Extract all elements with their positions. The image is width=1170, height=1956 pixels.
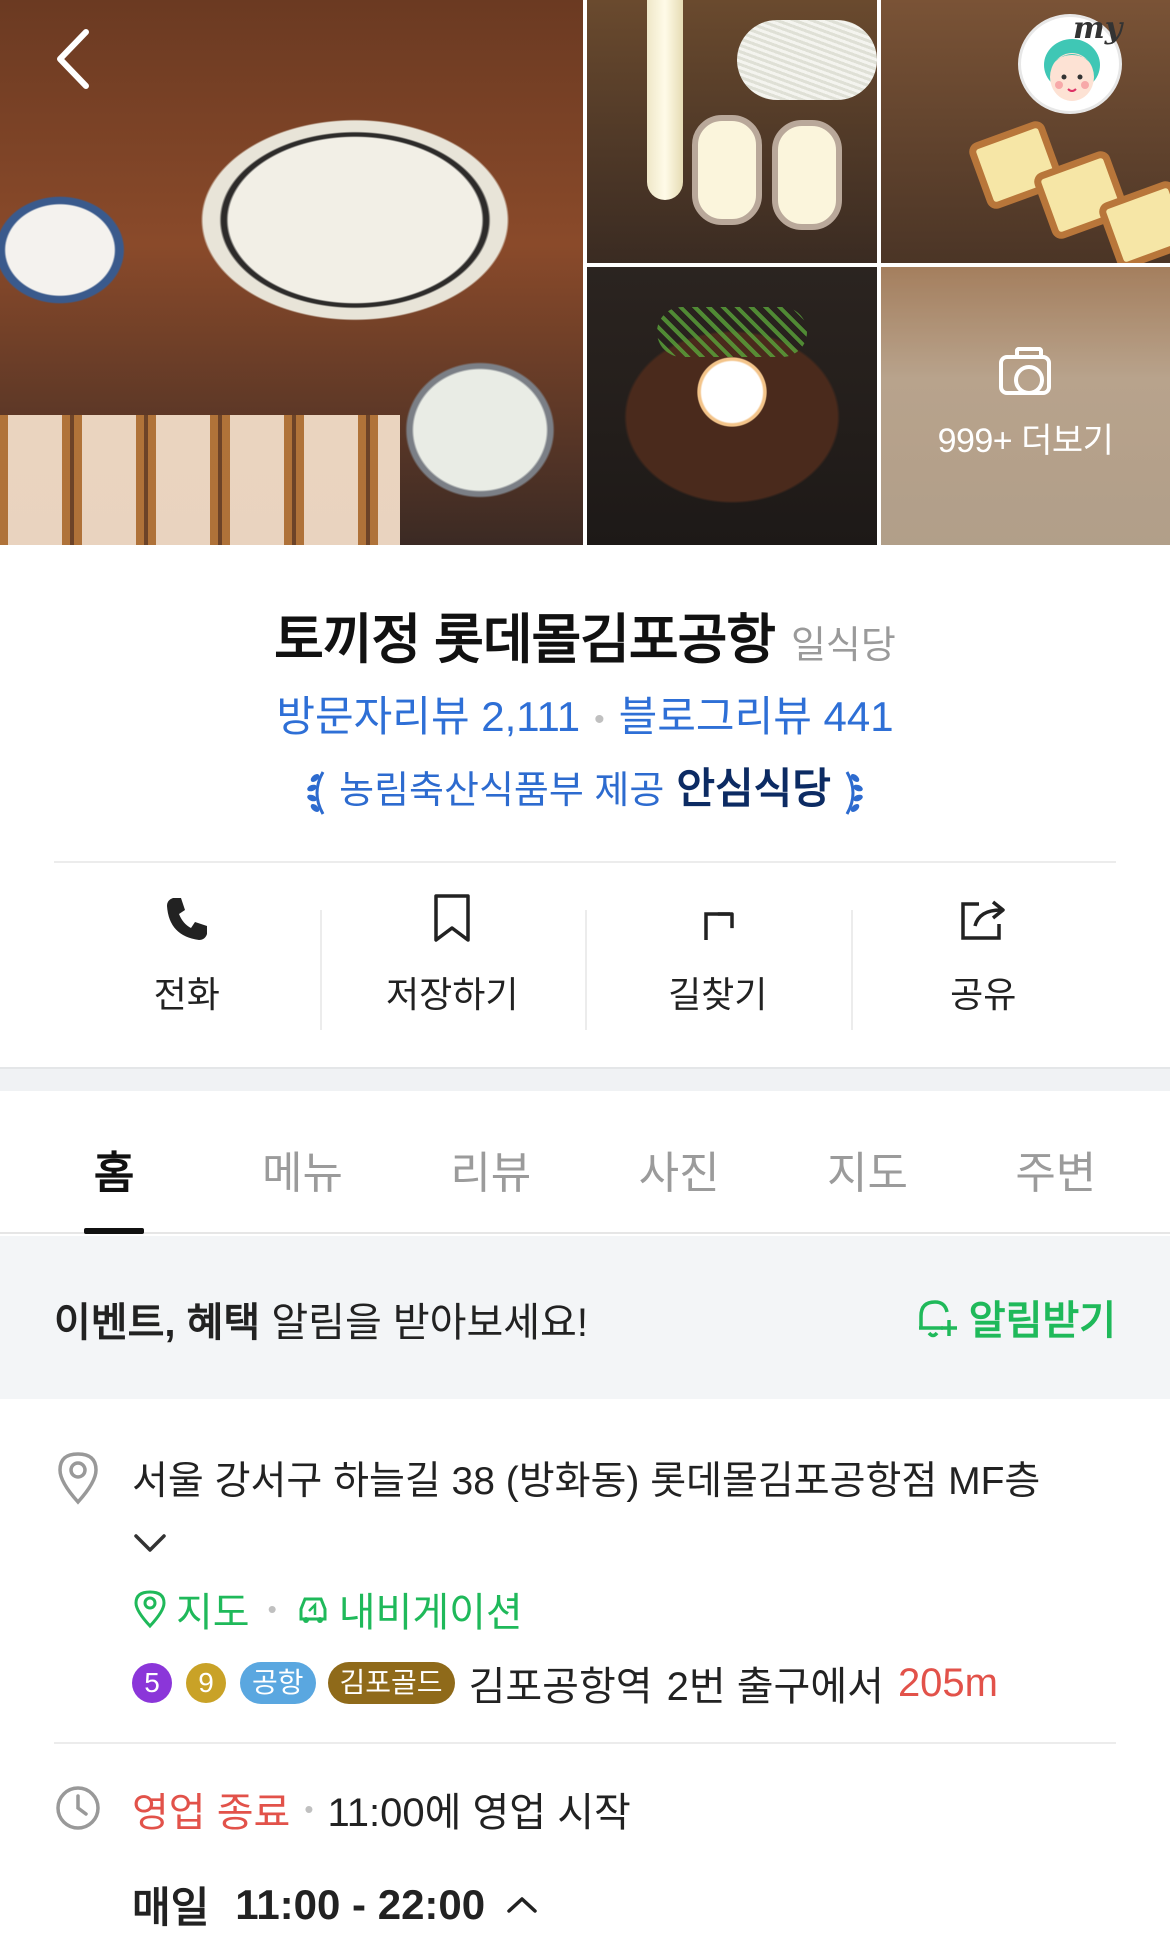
share-label: 공유 (950, 974, 1017, 1015)
divider (54, 861, 1116, 863)
title-row: 토끼정 롯데몰김포공항 일식당 (0, 595, 1170, 674)
photo-gallery[interactable]: 999+ 더보기 my (0, 0, 1170, 545)
separator-dot: • (304, 1793, 314, 1824)
greens-detail (657, 307, 807, 357)
tab-menu[interactable]: 메뉴 (208, 1092, 396, 1232)
business-status: 영업 종료 • 11:00에 영업 시작 (132, 1780, 631, 1838)
blog-reviews-link[interactable]: 블로그리뷰 441 (619, 693, 894, 740)
photo-overlay (881, 267, 1170, 545)
map-links-row: 지도 • 내비게이션 (132, 1580, 523, 1638)
next-open-time: 11:00에 영업 시작 (327, 1791, 631, 1835)
location-pin-icon (58, 1452, 98, 1505)
subway-line-badge: 5 (132, 1663, 172, 1703)
my-profile-button[interactable]: my (1018, 11, 1123, 114)
save-label: 저장하기 (386, 974, 519, 1015)
place-name: 토끼정 롯데몰김포공항 (274, 610, 776, 670)
directions-label: 길찾기 (668, 974, 768, 1015)
save-button[interactable]: 저장하기 (319, 890, 586, 1030)
laurel-left-icon (306, 771, 324, 815)
laurel-right-icon (846, 771, 864, 815)
section-gap (0, 1067, 1170, 1091)
avatar-icon (1044, 39, 1100, 101)
hours-time: 11:00 - 22:00 (235, 1880, 486, 1928)
cheese-pull-detail (647, 0, 683, 200)
chevron-down-icon[interactable] (132, 1530, 168, 1558)
more-photos-tile[interactable]: 999+ 더보기 (881, 267, 1170, 545)
directions-icon (704, 912, 734, 940)
cutlet-slice-detail (692, 115, 762, 225)
review-row: 방문자리뷰 2,111 • 블로그리뷰 441 (0, 683, 1170, 744)
chevron-up-icon (507, 1896, 537, 1913)
tab-photos[interactable]: 사진 (585, 1092, 773, 1232)
chevron-left-icon (57, 29, 89, 89)
bell-plus-icon (918, 1300, 957, 1338)
notification-banner: 이벤트, 혜택 알림을 받아보세요! 알림받기 (0, 1236, 1170, 1399)
separator-dot: • (594, 702, 605, 736)
tab-reviews[interactable]: 리뷰 (397, 1092, 585, 1232)
cutlet-slice-detail (772, 120, 842, 230)
business-hours-toggle[interactable]: 매일 11:00 - 22:00 (132, 1874, 539, 1935)
map-pin-icon (134, 1590, 166, 1629)
action-bar: 전화 저장하기 길찾기 공유 (54, 890, 1117, 1030)
beef-bowl-photo[interactable] (587, 267, 877, 545)
navigation-link[interactable]: 내비게이션 (339, 1580, 523, 1638)
status-closed: 영업 종료 (132, 1791, 291, 1835)
call-button[interactable]: 전화 (54, 890, 320, 1025)
share-button[interactable]: 공유 (850, 890, 1117, 1030)
my-label: my (1073, 11, 1123, 46)
tab-home[interactable]: 홈 (20, 1092, 208, 1234)
subway-line-badge: 9 (186, 1663, 226, 1703)
notification-bold-text: 이벤트, 혜택 (54, 1301, 261, 1345)
clock-icon (56, 1786, 100, 1830)
tab-bar: 홈 메뉴 리뷰 사진 지도 주변 (0, 1092, 1170, 1234)
car-navigation-icon (299, 1597, 327, 1623)
tab-nearby[interactable]: 주변 (962, 1092, 1150, 1232)
station-exit: 2번 출구에서 (666, 1665, 884, 1709)
phone-icon (166, 898, 207, 940)
subway-line-badge: 김포골드 (327, 1662, 455, 1704)
separator-dot: • (267, 1593, 277, 1624)
map-link[interactable]: 지도 (176, 1580, 250, 1638)
hours-day: 매일 (132, 1884, 210, 1931)
bookmark-icon (434, 894, 470, 942)
subway-info: 5 9 공항 김포골드 김포공항역 2번 출구에서 205m (132, 1654, 998, 1712)
notification-text: 이벤트, 혜택 알림을 받아보세요! (54, 1290, 588, 1348)
back-button[interactable] (44, 24, 104, 94)
more-photos-label: 999+ 더보기 (937, 422, 1114, 460)
cheese-cutlet-photo[interactable] (587, 0, 877, 263)
station-distance: 205m (897, 1660, 998, 1705)
subway-line-badge: 공항 (240, 1662, 316, 1704)
share-icon (961, 900, 1005, 940)
cutlet-photo-detail (0, 415, 400, 545)
camera-icon (999, 347, 1051, 395)
notification-rest-text: 알림을 받아보세요! (260, 1301, 588, 1345)
certification-name: 안심식당 (676, 765, 831, 812)
certification-provider: 농림축산식품부 제공 (339, 770, 665, 812)
station-name: 김포공항역 (468, 1665, 653, 1709)
cabbage-detail (737, 20, 877, 100)
subscribe-alert-button[interactable]: 알림받기 (911, 1288, 1116, 1346)
divider (54, 1742, 1116, 1744)
place-category: 일식당 (790, 625, 896, 667)
subscribe-alert-label: 알림받기 (968, 1299, 1116, 1343)
tab-map[interactable]: 지도 (773, 1092, 961, 1232)
visitor-reviews-link[interactable]: 방문자리뷰 2,111 (276, 693, 580, 740)
directions-button[interactable]: 길찾기 (585, 890, 851, 1030)
call-label: 전화 (153, 974, 220, 1015)
safe-restaurant-badge[interactable]: 농림축산식품부 제공 안심식당 (0, 755, 1170, 818)
address-text[interactable]: 서울 강서구 하늘길 38 (방화동) 롯데몰김포공항점 MF층 (132, 1450, 1040, 1506)
